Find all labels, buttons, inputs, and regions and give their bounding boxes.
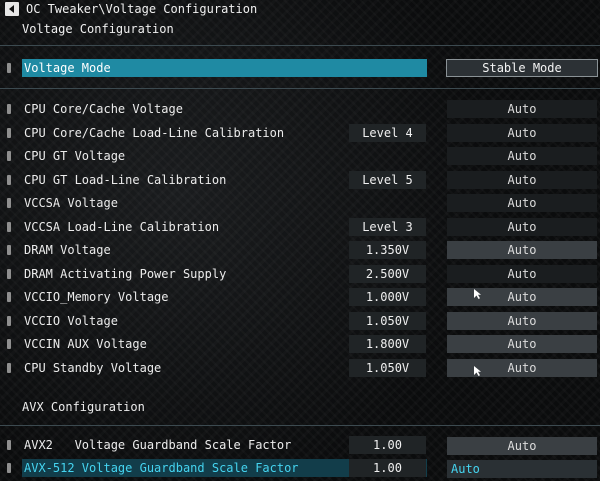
- vccsa-llc-label: VCCSA Load-Line Calibration: [24, 220, 220, 234]
- avx512-guardband-label: AVX-512 Voltage Guardband Scale Factor: [24, 461, 299, 475]
- vccio-memory-voltage-setting[interactable]: Auto: [447, 288, 597, 306]
- vccin-aux-voltage-current: 1.800V: [349, 335, 426, 353]
- row-marker-icon: [7, 245, 11, 255]
- voltage-mode-label: Voltage Mode: [24, 61, 111, 75]
- avx512-guardband-setting[interactable]: Auto: [447, 460, 597, 478]
- cpu-gt-voltage-label: CPU GT Voltage: [24, 149, 126, 163]
- dram-voltage-label: DRAM Voltage: [24, 243, 111, 257]
- cpu-gt-llc-setting[interactable]: Auto: [447, 171, 597, 189]
- avx2-guardband-current: 1.00: [349, 436, 426, 454]
- row-marker-icon: [7, 128, 11, 138]
- vccio-voltage-label: VCCIO Voltage: [24, 314, 118, 328]
- dram-activating-power-supply-label: DRAM Activating Power Supply: [24, 267, 227, 281]
- cpu-standby-voltage-current: 1.050V: [349, 359, 426, 377]
- vccsa-llc-current: Level 3: [349, 218, 426, 236]
- divider-avx: [0, 425, 600, 426]
- row-marker-icon: [7, 63, 11, 73]
- row-marker-icon: [7, 363, 11, 373]
- dram-activating-power-supply-setting[interactable]: Auto: [447, 265, 597, 283]
- dram-voltage-setting[interactable]: Auto: [447, 241, 597, 259]
- cpu-gt-llc-label: CPU GT Load-Line Calibration: [24, 173, 227, 187]
- mouse-cursor-icon: [474, 289, 481, 299]
- cpu-core-cache-llc-setting[interactable]: Auto: [447, 124, 597, 142]
- dram-activating-power-supply-current: 2.500V: [349, 265, 426, 283]
- row-marker-icon: [7, 151, 11, 161]
- row-marker-icon: [7, 222, 11, 232]
- row-marker-icon: [7, 316, 11, 326]
- breadcrumb: OC Tweaker\Voltage Configuration: [26, 2, 258, 16]
- vccio-voltage-setting[interactable]: Auto: [447, 312, 597, 330]
- cpu-gt-llc-current: Level 5: [349, 171, 426, 189]
- cpu-core-cache-voltage-label: CPU Core/Cache Voltage: [24, 102, 183, 116]
- page-title: Voltage Configuration: [22, 22, 174, 36]
- cpu-core-cache-voltage-setting[interactable]: Auto: [447, 100, 597, 118]
- dram-voltage-current: 1.350V: [349, 241, 426, 259]
- divider-mid: [0, 88, 600, 89]
- avx2-guardband-label: AVX2 Voltage Guardband Scale Factor: [24, 438, 292, 452]
- avx512-guardband-current: 1.00: [349, 459, 426, 477]
- row-marker-icon: [7, 292, 11, 302]
- back-arrow-icon[interactable]: [5, 2, 19, 16]
- voltage-mode-select[interactable]: Stable Mode: [446, 59, 598, 77]
- avx2-guardband-setting[interactable]: Auto: [447, 437, 597, 455]
- cpu-core-cache-llc-current: Level 4: [349, 124, 426, 142]
- cpu-standby-voltage-label: CPU Standby Voltage: [24, 361, 162, 375]
- vccin-aux-voltage-setting[interactable]: Auto: [447, 335, 597, 353]
- mouse-cursor-icon: [474, 366, 481, 376]
- vccsa-llc-setting[interactable]: Auto: [447, 218, 597, 236]
- row-marker-icon: [7, 198, 11, 208]
- row-marker-icon: [7, 440, 11, 450]
- vccin-aux-voltage-label: VCCIN AUX Voltage: [24, 337, 147, 351]
- row-marker-icon: [7, 104, 11, 114]
- vccio-memory-voltage-label: VCCIO_Memory Voltage: [24, 290, 169, 304]
- vccsa-voltage-label: VCCSA Voltage: [24, 196, 118, 210]
- vccsa-voltage-setting[interactable]: Auto: [447, 194, 597, 212]
- vccio-memory-voltage-current: 1.000V: [349, 288, 426, 306]
- row-marker-icon: [7, 339, 11, 349]
- row-marker-icon: [7, 175, 11, 185]
- cpu-gt-voltage-setting[interactable]: Auto: [447, 147, 597, 165]
- row-marker-icon: [7, 463, 11, 473]
- cpu-standby-voltage-setting[interactable]: Auto: [447, 359, 597, 377]
- avx-configuration-heading: AVX Configuration: [22, 400, 145, 414]
- divider-top: [0, 45, 600, 46]
- row-marker-icon: [7, 269, 11, 279]
- vccio-voltage-current: 1.050V: [349, 312, 426, 330]
- cpu-core-cache-llc-label: CPU Core/Cache Load-Line Calibration: [24, 126, 285, 140]
